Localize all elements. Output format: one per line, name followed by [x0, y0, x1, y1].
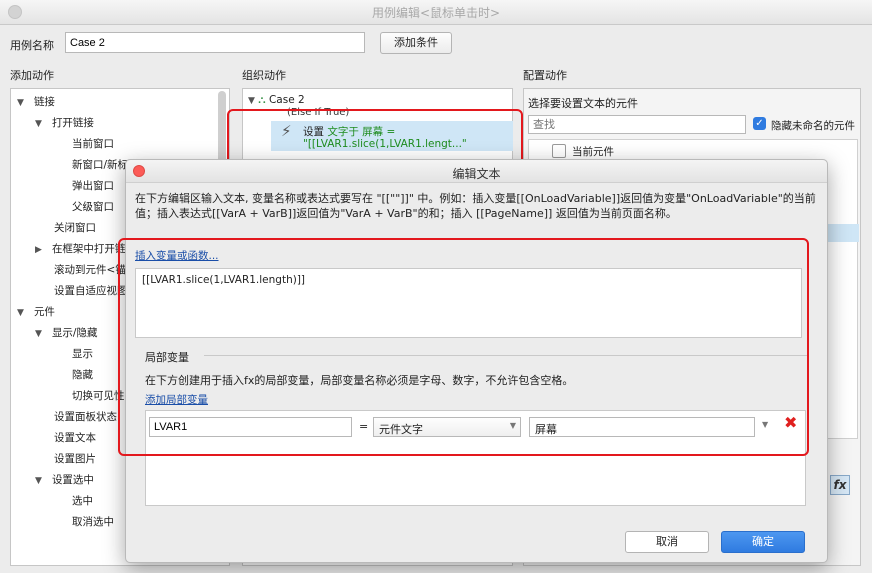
configure-heading: 选择要设置文本的元件: [528, 97, 638, 110]
tree-item[interactable]: 父级窗口: [72, 199, 114, 214]
expand-triangle-icon: ▼: [35, 119, 42, 129]
add-actions-heading: 添加动作: [10, 69, 54, 82]
configure-actions-heading: 配置动作: [523, 69, 567, 82]
cancel-button[interactable]: 取消: [625, 531, 709, 553]
expand-triangle-icon: ▼: [35, 329, 42, 339]
tree-item[interactable]: 当前窗口: [72, 136, 114, 151]
tree-item[interactable]: 取消选中: [72, 514, 114, 529]
case-node-label: Case 2: [268, 94, 305, 106]
case-node[interactable]: ▼ ⛬ Case 2: [248, 94, 305, 107]
tree-item[interactable]: ▼ 显示/隐藏: [35, 325, 97, 340]
expand-triangle-icon: ▼: [35, 476, 42, 486]
tree-item[interactable]: 设置自适应视图: [54, 283, 128, 298]
tree-item[interactable]: 显示: [72, 346, 93, 361]
dialog-title: 编辑文本: [452, 167, 501, 181]
tree-item[interactable]: ▼ 设置选中: [35, 472, 94, 487]
tree-item[interactable]: 设置面板状态: [54, 409, 117, 424]
tree-item[interactable]: ▼ 元件: [17, 304, 55, 319]
collapse-triangle-icon: ▶: [35, 245, 42, 255]
tree-item[interactable]: 选中: [72, 493, 93, 508]
expand-triangle-icon: ▼: [17, 308, 24, 318]
tree-item[interactable]: 设置图片: [54, 451, 96, 466]
dialog-titlebar: 编辑文本: [126, 160, 827, 183]
window-title: 用例编辑<鼠标单击时>: [371, 6, 501, 20]
current-widget-label: 当前元件: [572, 146, 614, 158]
tree-item[interactable]: 隐藏: [72, 367, 93, 382]
window-titlebar: 用例编辑<鼠标单击时>: [0, 0, 872, 25]
case-icon: ⛬: [258, 94, 266, 106]
tree-item[interactable]: 切换可见性: [72, 388, 125, 403]
case-name-input[interactable]: [65, 32, 365, 53]
organize-actions-heading: 组织动作: [242, 69, 286, 82]
hide-unnamed-checkbox[interactable]: ✓: [753, 117, 766, 130]
highlight-box-dialog: [118, 238, 809, 456]
case-name-label: 用例名称: [10, 39, 54, 52]
tree-item[interactable]: 滚动到元件<锚: [54, 262, 126, 277]
tree-item[interactable]: ▼ 打开链接: [35, 115, 94, 130]
add-condition-button[interactable]: 添加条件: [380, 32, 452, 54]
expand-triangle-icon: ▼: [248, 96, 255, 106]
tree-item[interactable]: ▼ 链接: [17, 94, 55, 109]
tree-item[interactable]: 关闭窗口: [54, 220, 96, 235]
expand-triangle-icon: ▼: [17, 98, 24, 108]
tree-item[interactable]: 设置文本: [54, 430, 96, 445]
current-widget-checkbox[interactable]: [552, 144, 566, 158]
tree-item[interactable]: 弹出窗口: [72, 178, 114, 193]
fx-button[interactable]: fx: [830, 475, 850, 495]
hide-unnamed-label: 隐藏未命名的元件: [771, 120, 855, 132]
dialog-instructions: 在下方编辑区输入文本, 变量名称或表达式要写在 "[[""]]" 中。例如：插入…: [135, 192, 816, 220]
ok-button[interactable]: 确定: [721, 531, 805, 553]
widget-search-input[interactable]: [528, 115, 746, 134]
